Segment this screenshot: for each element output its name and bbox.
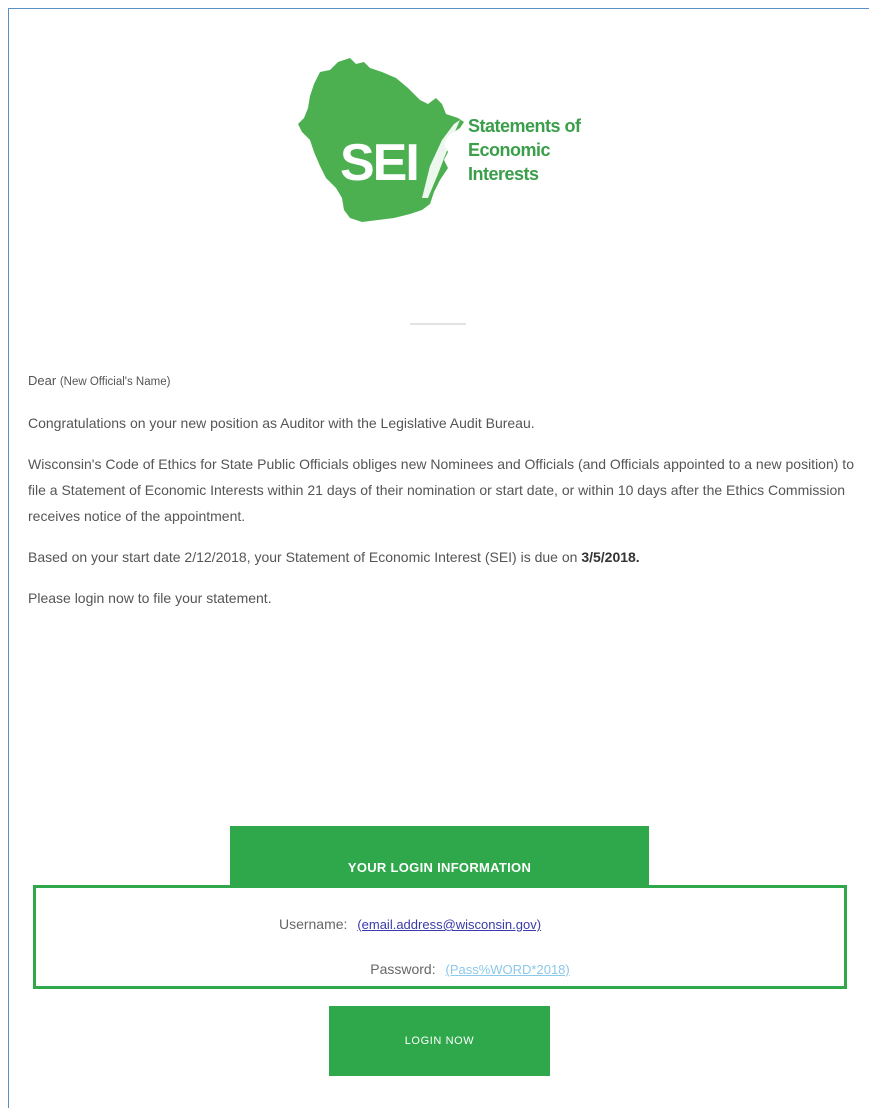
recipient-name: (New Official's Name) <box>59 376 171 388</box>
email-body: Dear (New Official's Name) Congratulatio… <box>28 368 858 626</box>
logo-tagline-line-3: Interests <box>468 164 539 184</box>
login-info-box: Username: (email.address@wisconsin.gov) … <box>33 885 847 989</box>
login-info-header: YOUR LOGIN INFORMATION <box>230 826 649 886</box>
greeting-word: Dear <box>28 373 57 388</box>
due-date-prefix: Based on your start date 2/12/2018, your… <box>28 549 578 565</box>
sei-logo: SEI Statements of Economic Interests <box>298 48 598 228</box>
greeting-line: Dear (New Official's Name) <box>28 368 858 395</box>
password-link[interactable]: (Pass%WORD*2018) <box>445 962 569 977</box>
login-prompt-paragraph: Please login now to file your statement. <box>28 590 272 606</box>
login-now-button[interactable]: LOGIN NOW <box>329 1006 550 1076</box>
logo-tagline-line-2: Economic <box>468 140 551 160</box>
wisconsin-map-icon: SEI <box>298 58 464 222</box>
congratulations-paragraph: Congratulations on your new position as … <box>28 415 535 431</box>
username-label: Username: <box>278 916 348 932</box>
username-link[interactable]: (email.address@wisconsin.gov) <box>357 917 541 932</box>
due-date-value: 3/5/2018. <box>581 549 640 565</box>
username-row: Username: (email.address@wisconsin.gov) <box>6 916 814 932</box>
password-row: Password: (Pass%WORD*2018) <box>66 961 869 977</box>
due-date-paragraph: Based on your start date 2/12/2018, your… <box>28 544 858 570</box>
logo-tagline-line-1: Statements of <box>468 116 581 136</box>
logo-tagline: Statements of Economic Interests <box>468 114 598 186</box>
code-of-ethics-paragraph: Wisconsin's Code of Ethics for State Pub… <box>28 456 854 524</box>
password-label: Password: <box>370 961 436 977</box>
sei-mark-text: SEI <box>340 134 418 192</box>
section-divider <box>410 323 466 325</box>
